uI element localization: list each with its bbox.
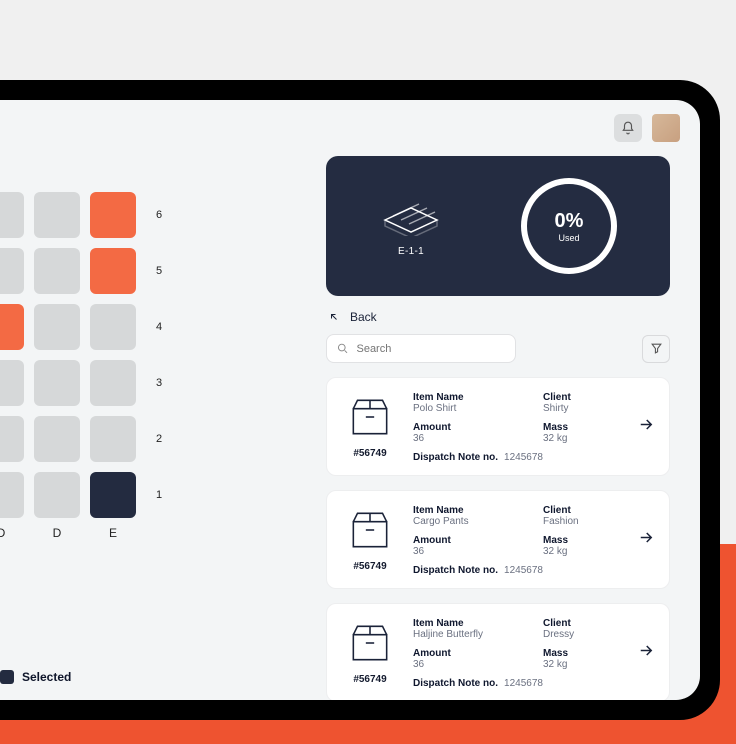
rack-cell[interactable] [34,192,80,238]
rack-cell[interactable] [90,360,136,406]
label-client: Client [543,392,655,403]
label-client: Client [543,505,655,516]
item-id: #56749 [353,561,386,572]
open-item-arrow[interactable] [637,415,655,438]
usage-ring: 0% Used [521,178,617,274]
rack-grid-panel: 654321 DDE Selected [0,100,320,700]
label-dispatch: Dispatch Note no. [413,565,498,576]
row-label: 2 [156,433,162,445]
pallet-icon [379,196,443,236]
search-input[interactable] [356,343,505,355]
item-id: #56749 [353,448,386,459]
tablet-frame: 654321 DDE Selected [0,80,720,720]
value-item-name: Haljine Butterfly [413,629,525,640]
rack-cell[interactable] [34,472,80,518]
rack-cell[interactable] [0,248,24,294]
col-label: E [90,526,136,540]
rack-cell[interactable] [0,472,24,518]
row-label: 1 [156,489,162,501]
box-icon [345,392,395,442]
label-amount: Amount [413,648,525,659]
chevron-right-icon [637,641,655,659]
box-icon [345,618,395,668]
value-dispatch: 1245678 [504,452,543,463]
open-item-arrow[interactable] [637,528,655,551]
item-illustration: #56749 [341,505,399,572]
chevron-right-icon [637,415,655,433]
item-card[interactable]: #56749 Item Name Haljine Butterfly Clien… [326,603,670,700]
item-illustration: #56749 [341,618,399,685]
value-client: Shirty [543,403,655,414]
rack-cell[interactable] [90,472,136,518]
usage-percent: 0% [555,210,584,233]
rack-cell[interactable] [90,304,136,350]
rack-summary-card: E-1-1 0% Used [326,156,670,296]
item-fields: Item Name Polo Shirt Client Shirty Amoun… [413,392,655,463]
legend-swatch [0,670,14,684]
value-item-name: Polo Shirt [413,403,525,414]
search-box[interactable] [326,334,516,363]
rack-id: E-1-1 [398,246,424,257]
open-item-arrow[interactable] [637,641,655,664]
value-amount: 36 [413,659,525,670]
item-id: #56749 [353,674,386,685]
rack-cell[interactable] [34,360,80,406]
value-item-name: Cargo Pants [413,516,525,527]
value-client: Dressy [543,629,655,640]
row-label: 6 [156,209,162,221]
legend-label: Selected [22,670,71,684]
col-label: D [34,526,80,540]
legend-selected: Selected [0,670,71,684]
rack-cell[interactable] [90,192,136,238]
back-button[interactable]: Back [328,310,670,324]
details-panel: E-1-1 0% Used Back [320,100,700,700]
item-fields: Item Name Haljine Butterfly Client Dress… [413,618,655,689]
col-label: D [0,526,24,540]
row-label: 4 [156,321,162,333]
label-dispatch: Dispatch Note no. [413,678,498,689]
box-icon [345,505,395,555]
rack-grid [0,192,290,518]
rack-cell[interactable] [90,248,136,294]
item-card[interactable]: #56749 Item Name Cargo Pants Client Fash… [326,490,670,589]
value-dispatch: 1245678 [504,565,543,576]
filter-icon [650,342,663,355]
row-label: 3 [156,377,162,389]
label-client: Client [543,618,655,629]
rack-cell[interactable] [0,416,24,462]
label-item-name: Item Name [413,618,525,629]
label-item-name: Item Name [413,505,525,516]
value-dispatch: 1245678 [504,678,543,689]
rack-cell[interactable] [0,304,24,350]
rack-cell[interactable] [0,192,24,238]
rack-cell[interactable] [0,360,24,406]
item-card[interactable]: #56749 Item Name Polo Shirt Client Shirt… [326,377,670,476]
value-amount: 36 [413,546,525,557]
rack-cell[interactable] [34,248,80,294]
label-amount: Amount [413,535,525,546]
rack-cell[interactable] [90,416,136,462]
arrow-up-left-icon [328,311,340,323]
value-amount: 36 [413,433,525,444]
back-label: Back [350,310,377,324]
value-client: Fashion [543,516,655,527]
filter-button[interactable] [642,335,670,363]
label-item-name: Item Name [413,392,525,403]
usage-label: Used [558,233,579,243]
rack-cell[interactable] [34,416,80,462]
search-icon [337,342,348,355]
app-screen: 654321 DDE Selected [0,100,700,700]
row-label: 5 [156,265,162,277]
rack-cell[interactable] [34,304,80,350]
item-fields: Item Name Cargo Pants Client Fashion Amo… [413,505,655,576]
chevron-right-icon [637,528,655,546]
label-dispatch: Dispatch Note no. [413,452,498,463]
item-illustration: #56749 [341,392,399,459]
label-amount: Amount [413,422,525,433]
